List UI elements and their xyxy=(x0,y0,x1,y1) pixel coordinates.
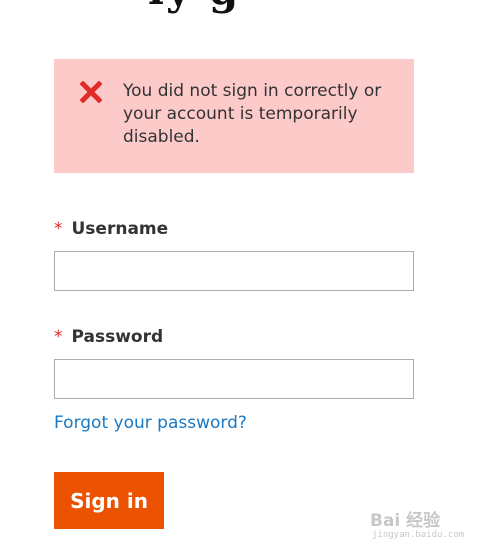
forgot-password-link[interactable]: Forgot your password? xyxy=(54,412,247,434)
password-label-text: Password xyxy=(71,327,164,347)
sign-in-button[interactable]: Sign in xyxy=(54,472,164,529)
watermark-text: Bai 经验 xyxy=(370,511,441,531)
watermark-subtext: jingyan.baidu.com xyxy=(372,530,465,540)
baidu-watermark: Bai 经验 jingyan.baidu.com xyxy=(370,506,480,546)
error-x-icon xyxy=(80,81,102,103)
password-input[interactable] xyxy=(54,359,414,399)
username-input[interactable] xyxy=(54,251,414,291)
required-asterisk: * xyxy=(54,219,63,239)
required-asterisk: * xyxy=(54,327,63,347)
username-label-text: Username xyxy=(71,219,169,239)
password-label: * Password xyxy=(54,326,163,348)
username-label: * Username xyxy=(54,218,168,240)
page-heading-cropped: ly g xyxy=(148,0,240,11)
error-message-text: You did not sign in correctly or your ac… xyxy=(123,81,382,147)
error-message-box: You did not sign in correctly or your ac… xyxy=(54,59,414,173)
